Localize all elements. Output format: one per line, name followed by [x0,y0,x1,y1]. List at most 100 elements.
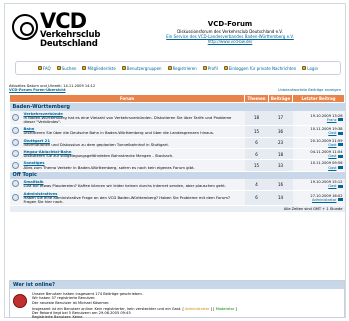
logo-ring-icon [12,14,38,40]
nav-members[interactable]: Mitgliederliste [82,65,116,71]
last-post-user[interactable]: Gast [328,154,336,158]
profile-icon [202,66,207,70]
nav-label: Einloggen für private Nachrichten [228,65,297,71]
last-post-user[interactable]: Gast [328,166,336,170]
forum-description: Diskutieren Sie zur stillgelegungsgefähr… [23,153,174,159]
unanswered-posts-link[interactable]: Unbeantwortete Beiträge anzeigen [278,88,341,92]
last-post: 20.10.2009 21:59 Gast [292,137,345,149]
forum-status-icon [12,161,19,169]
last-post: 27.10.2009 16:02 Administrator [292,190,345,207]
goto-last-post-icon[interactable] [337,143,343,147]
top-navigation: FAQ Suchen Mitgliederliste Benutzergrupp… [15,61,341,75]
forum-status-cell [9,137,22,149]
last-post: 10.11.2009 19:38 Gast [292,125,345,138]
post-count: 23 [268,137,293,149]
stat-registered: Registrierte Benutzer: Keine [32,315,83,320]
nav-faq[interactable]: FAQ [37,65,51,71]
forum-row: Bahn Diskutieren Sie über die Deutsche Ba… [9,125,345,138]
faq-icon [37,66,42,70]
register-icon [167,66,172,70]
forum-description: Diskutieren Sie über die Deutsche Bahn i… [23,130,215,136]
groups-icon [121,66,126,70]
post-count: 16 [268,179,293,191]
topic-count: 4 [244,179,269,191]
category-title[interactable]: Baden-Württemberg [9,102,345,111]
logo-text: VCD [40,9,87,33]
vcd-logo[interactable]: VCD Verkehrsclub Deutschland [12,9,100,51]
forum-info: Stuttgart 21 Informationen und Diskussion… [21,137,245,149]
forum-row: Verkehrsverbünde In Baden-Württemberg hat… [9,110,345,127]
post-count: 14 [268,190,293,207]
nav-label: Mitgliederliste [87,65,116,71]
forum-description: Informationen und Diskussion zu dem gepl… [23,141,170,147]
forum-description: Alles zum Thema Verkehr in Baden-Württem… [23,164,195,170]
col-topics: Themen [244,94,269,103]
col-forum: Forum [9,94,245,103]
nav-label: Suchen [61,65,77,71]
topic-count: 18 [244,110,269,127]
last-post-user[interactable]: Administrator [312,198,337,202]
forum-status-icon [12,113,19,121]
last-post-user[interactable]: Gast [328,131,336,135]
forum-row: Hegau-Ablachtal-Bahn Diskutieren Sie zur … [9,148,345,161]
last-post: 19.10.2009 13:26 Franz [292,110,345,127]
nav-label: FAQ [42,65,51,71]
members-icon [82,66,87,70]
legend-moderator: Moderator [215,306,235,311]
forum-status-cell [9,179,22,191]
forum-status-cell [9,148,22,161]
topic-count: 6 [244,148,269,161]
forum-status-icon [12,127,19,135]
nav-label: Benutzergruppen [126,65,162,71]
last-post: 19.10.2009 15:12 Gast [292,179,345,191]
topic-count: 6 [244,137,269,149]
forum-status-icon [12,193,19,201]
nav-pm[interactable]: Einloggen für private Nachrichten [223,65,297,71]
last-post-user[interactable]: Gast [328,184,336,188]
goto-last-post-icon[interactable] [337,118,343,122]
goto-last-post-icon[interactable] [337,166,343,170]
forum-row: Smalltalk Lust auf etwas Plaudereien? Kaf… [9,179,345,191]
timezone-row: Alle Zeiten sind GMT + 1 Stunde [9,205,345,212]
nav-login[interactable]: Login [302,66,318,71]
nav-groups[interactable]: Benutzergruppen [121,65,162,71]
forum-status-icon [12,180,19,188]
forum-info: Smalltalk Lust auf etwas Plaudereien? Kaf… [21,179,245,191]
who-is-online-title[interactable]: Wer ist online? [10,281,344,289]
topic-count: 6 [244,190,269,207]
nav-search[interactable]: Suchen [56,65,77,71]
forum-status-cell [9,125,22,138]
category-title[interactable]: Off Topic [9,171,345,180]
topic-count: 15 [244,125,269,138]
post-count: 36 [268,125,293,138]
goto-last-post-icon[interactable] [337,131,343,135]
nav-label: Profil [207,65,218,71]
last-post-user[interactable]: Franz [327,118,337,122]
post-count: 17 [268,110,293,127]
online-icon [13,294,27,308]
login-icon [302,66,307,70]
goto-last-post-icon[interactable] [337,198,343,202]
last-post: 10.11.2009 09:56 Gast [292,159,345,172]
message-icon [223,66,228,70]
search-icon [56,66,61,70]
forum-index-link[interactable]: VCD-Forum Foren-Übersicht [9,88,95,92]
col-last-post: Letzter Beitrag [292,94,345,103]
goto-last-post-icon[interactable] [337,154,343,158]
who-is-online-text: Unsere Benutzer haben insgesamt 174 Beit… [32,292,237,320]
date-bar: Aktuelles Datum und Uhrzeit: 14.11.2009 … [9,84,95,92]
forum-row: Administratives Haben Sie eine administra… [9,190,345,207]
post-count: 18 [268,148,293,161]
forum-info: Hegau-Ablachtal-Bahn Diskutieren Sie zur … [21,148,245,161]
nav-register[interactable]: Registrieren [167,66,197,71]
who-is-online: Wer ist online? Unsere Benutzer haben in… [9,280,345,320]
goto-last-post-icon[interactable] [337,184,343,188]
legend-admin: Administrator [184,306,210,311]
category-row: Baden-Württemberg [9,102,345,111]
forum-info: Sonstiges Alles zum Thema Verkehr in Bade… [21,159,245,172]
nav-profile[interactable]: Profil [202,65,218,71]
category-row: Off Topic [9,171,345,180]
website-link[interactable]: http://www.vcd-bw.de/ [145,39,315,44]
last-post-user[interactable]: Gast [328,143,336,147]
forum-description: In Baden-Württemberg hat es eine Vielzah… [23,114,232,124]
